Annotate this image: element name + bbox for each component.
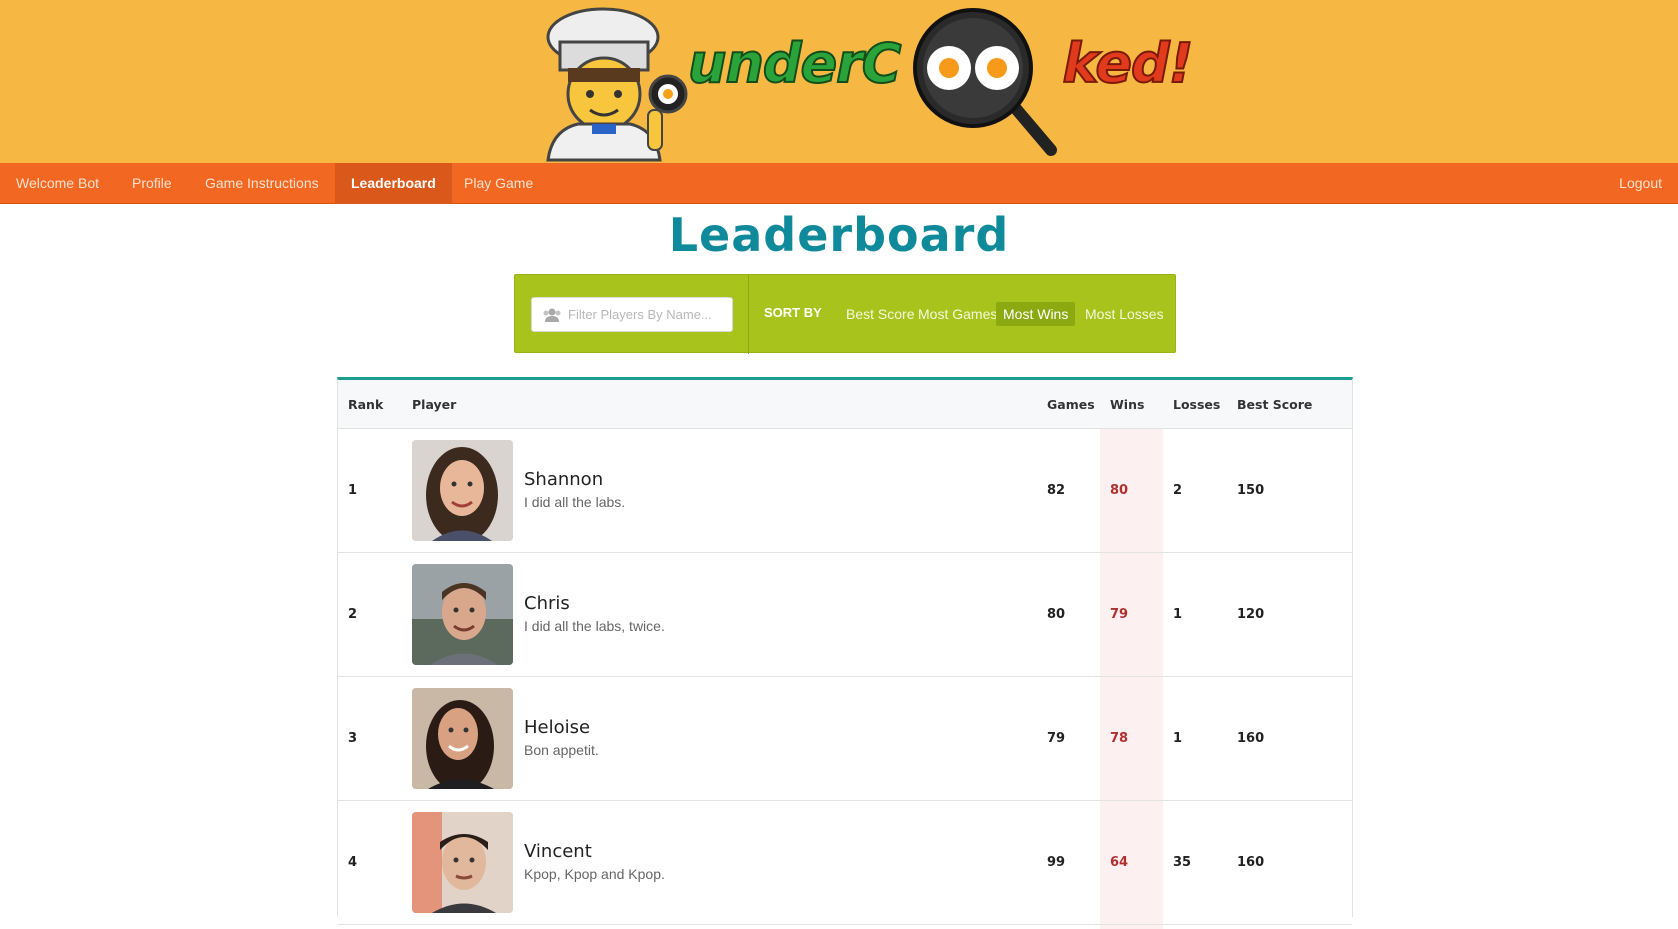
chef-icon	[546, 7, 688, 162]
sort-by-label: SORT BY	[764, 305, 822, 320]
wins-cell: 79	[1110, 607, 1129, 622]
losses-cell: 1	[1173, 731, 1183, 746]
sort-most-losses-button[interactable]: Most Losses	[1078, 302, 1171, 326]
player-bio: Bon appetit.	[524, 742, 599, 758]
player-photo	[412, 440, 513, 541]
nav-profile[interactable]: Profile	[116, 163, 188, 204]
player-bio: Kpop, Kpop and Kpop.	[524, 866, 665, 882]
users-icon	[543, 308, 561, 322]
frying-pan-icon	[913, 8, 1057, 156]
sort-most-games-button[interactable]: Most Games	[911, 302, 1004, 326]
table-row[interactable]: 1 Shannon I did all the labs. 82 80 2 15…	[338, 429, 1352, 553]
games-cell: 80	[1047, 607, 1066, 622]
player-name[interactable]: Vincent	[524, 841, 592, 862]
header-banner: underC ked!	[0, 0, 1678, 163]
rank-cell: 3	[348, 731, 358, 746]
best-score-cell: 160	[1237, 731, 1265, 746]
games-cell: 79	[1047, 731, 1066, 746]
filter-sort-toolbar: SORT BY Best Score Most Games Most Wins …	[514, 274, 1176, 354]
losses-cell: 35	[1173, 855, 1192, 870]
nav-play-game[interactable]: Play Game	[448, 163, 549, 204]
main-nav: Welcome Bot Profile Game Instructions Le…	[0, 163, 1678, 204]
table-row[interactable]: 2 Chris I did all the labs, twice. 80 79…	[338, 553, 1352, 677]
col-wins[interactable]: Wins	[1110, 397, 1144, 412]
player-photo	[412, 812, 513, 913]
col-best-score[interactable]: Best Score	[1237, 397, 1312, 412]
player-photo	[412, 688, 513, 789]
player-name[interactable]: Heloise	[524, 717, 590, 738]
leaderboard-table: Rank Player Games Wins Losses Best Score…	[337, 377, 1353, 929]
col-losses[interactable]: Losses	[1173, 397, 1220, 412]
col-games[interactable]: Games	[1047, 397, 1095, 412]
nav-game-instructions[interactable]: Game Instructions	[189, 163, 335, 204]
best-score-cell: 150	[1237, 483, 1265, 498]
losses-cell: 1	[1173, 607, 1183, 622]
table-row[interactable]: 3 Heloise Bon appetit. 79 78 1 160	[338, 677, 1352, 801]
games-cell: 99	[1047, 855, 1066, 870]
avatar	[412, 564, 513, 665]
best-score-cell: 160	[1237, 855, 1265, 870]
rank-cell: 2	[348, 607, 358, 622]
filter-players-input[interactable]	[568, 298, 728, 331]
losses-cell: 2	[1173, 483, 1183, 498]
sort-best-score-button[interactable]: Best Score	[839, 302, 921, 326]
undercooked-logo[interactable]: underC ked!	[538, 2, 1194, 162]
player-search-box[interactable]	[531, 297, 733, 332]
avatar	[412, 440, 513, 541]
col-player[interactable]: Player	[412, 397, 456, 412]
games-cell: 82	[1047, 483, 1066, 498]
rank-cell: 1	[348, 483, 358, 498]
rank-cell: 4	[348, 855, 358, 870]
table-row[interactable]: 4 Vincent Kpop, Kpop and Kpop. 99 64 35 …	[338, 801, 1352, 925]
page-title: Leaderboard	[668, 208, 1010, 262]
nav-welcome[interactable]: Welcome Bot	[0, 163, 115, 204]
sort-most-wins-button[interactable]: Most Wins	[996, 302, 1076, 326]
avatar	[412, 688, 513, 789]
nav-logout[interactable]: Logout	[1603, 163, 1678, 204]
wins-cell: 78	[1110, 731, 1129, 746]
wins-cell: 64	[1110, 855, 1129, 870]
avatar	[412, 812, 513, 913]
player-name[interactable]: Chris	[524, 593, 570, 614]
table-header: Rank Player Games Wins Losses Best Score	[338, 380, 1352, 429]
nav-leaderboard[interactable]: Leaderboard	[335, 163, 452, 204]
col-rank[interactable]: Rank	[348, 397, 383, 412]
player-bio: I did all the labs.	[524, 494, 626, 510]
best-score-cell: 120	[1237, 607, 1265, 622]
wins-cell: 80	[1110, 483, 1129, 498]
toolbar-divider	[748, 275, 749, 354]
player-name[interactable]: Shannon	[524, 469, 603, 490]
player-bio: I did all the labs, twice.	[524, 618, 665, 634]
player-photo	[412, 564, 513, 665]
